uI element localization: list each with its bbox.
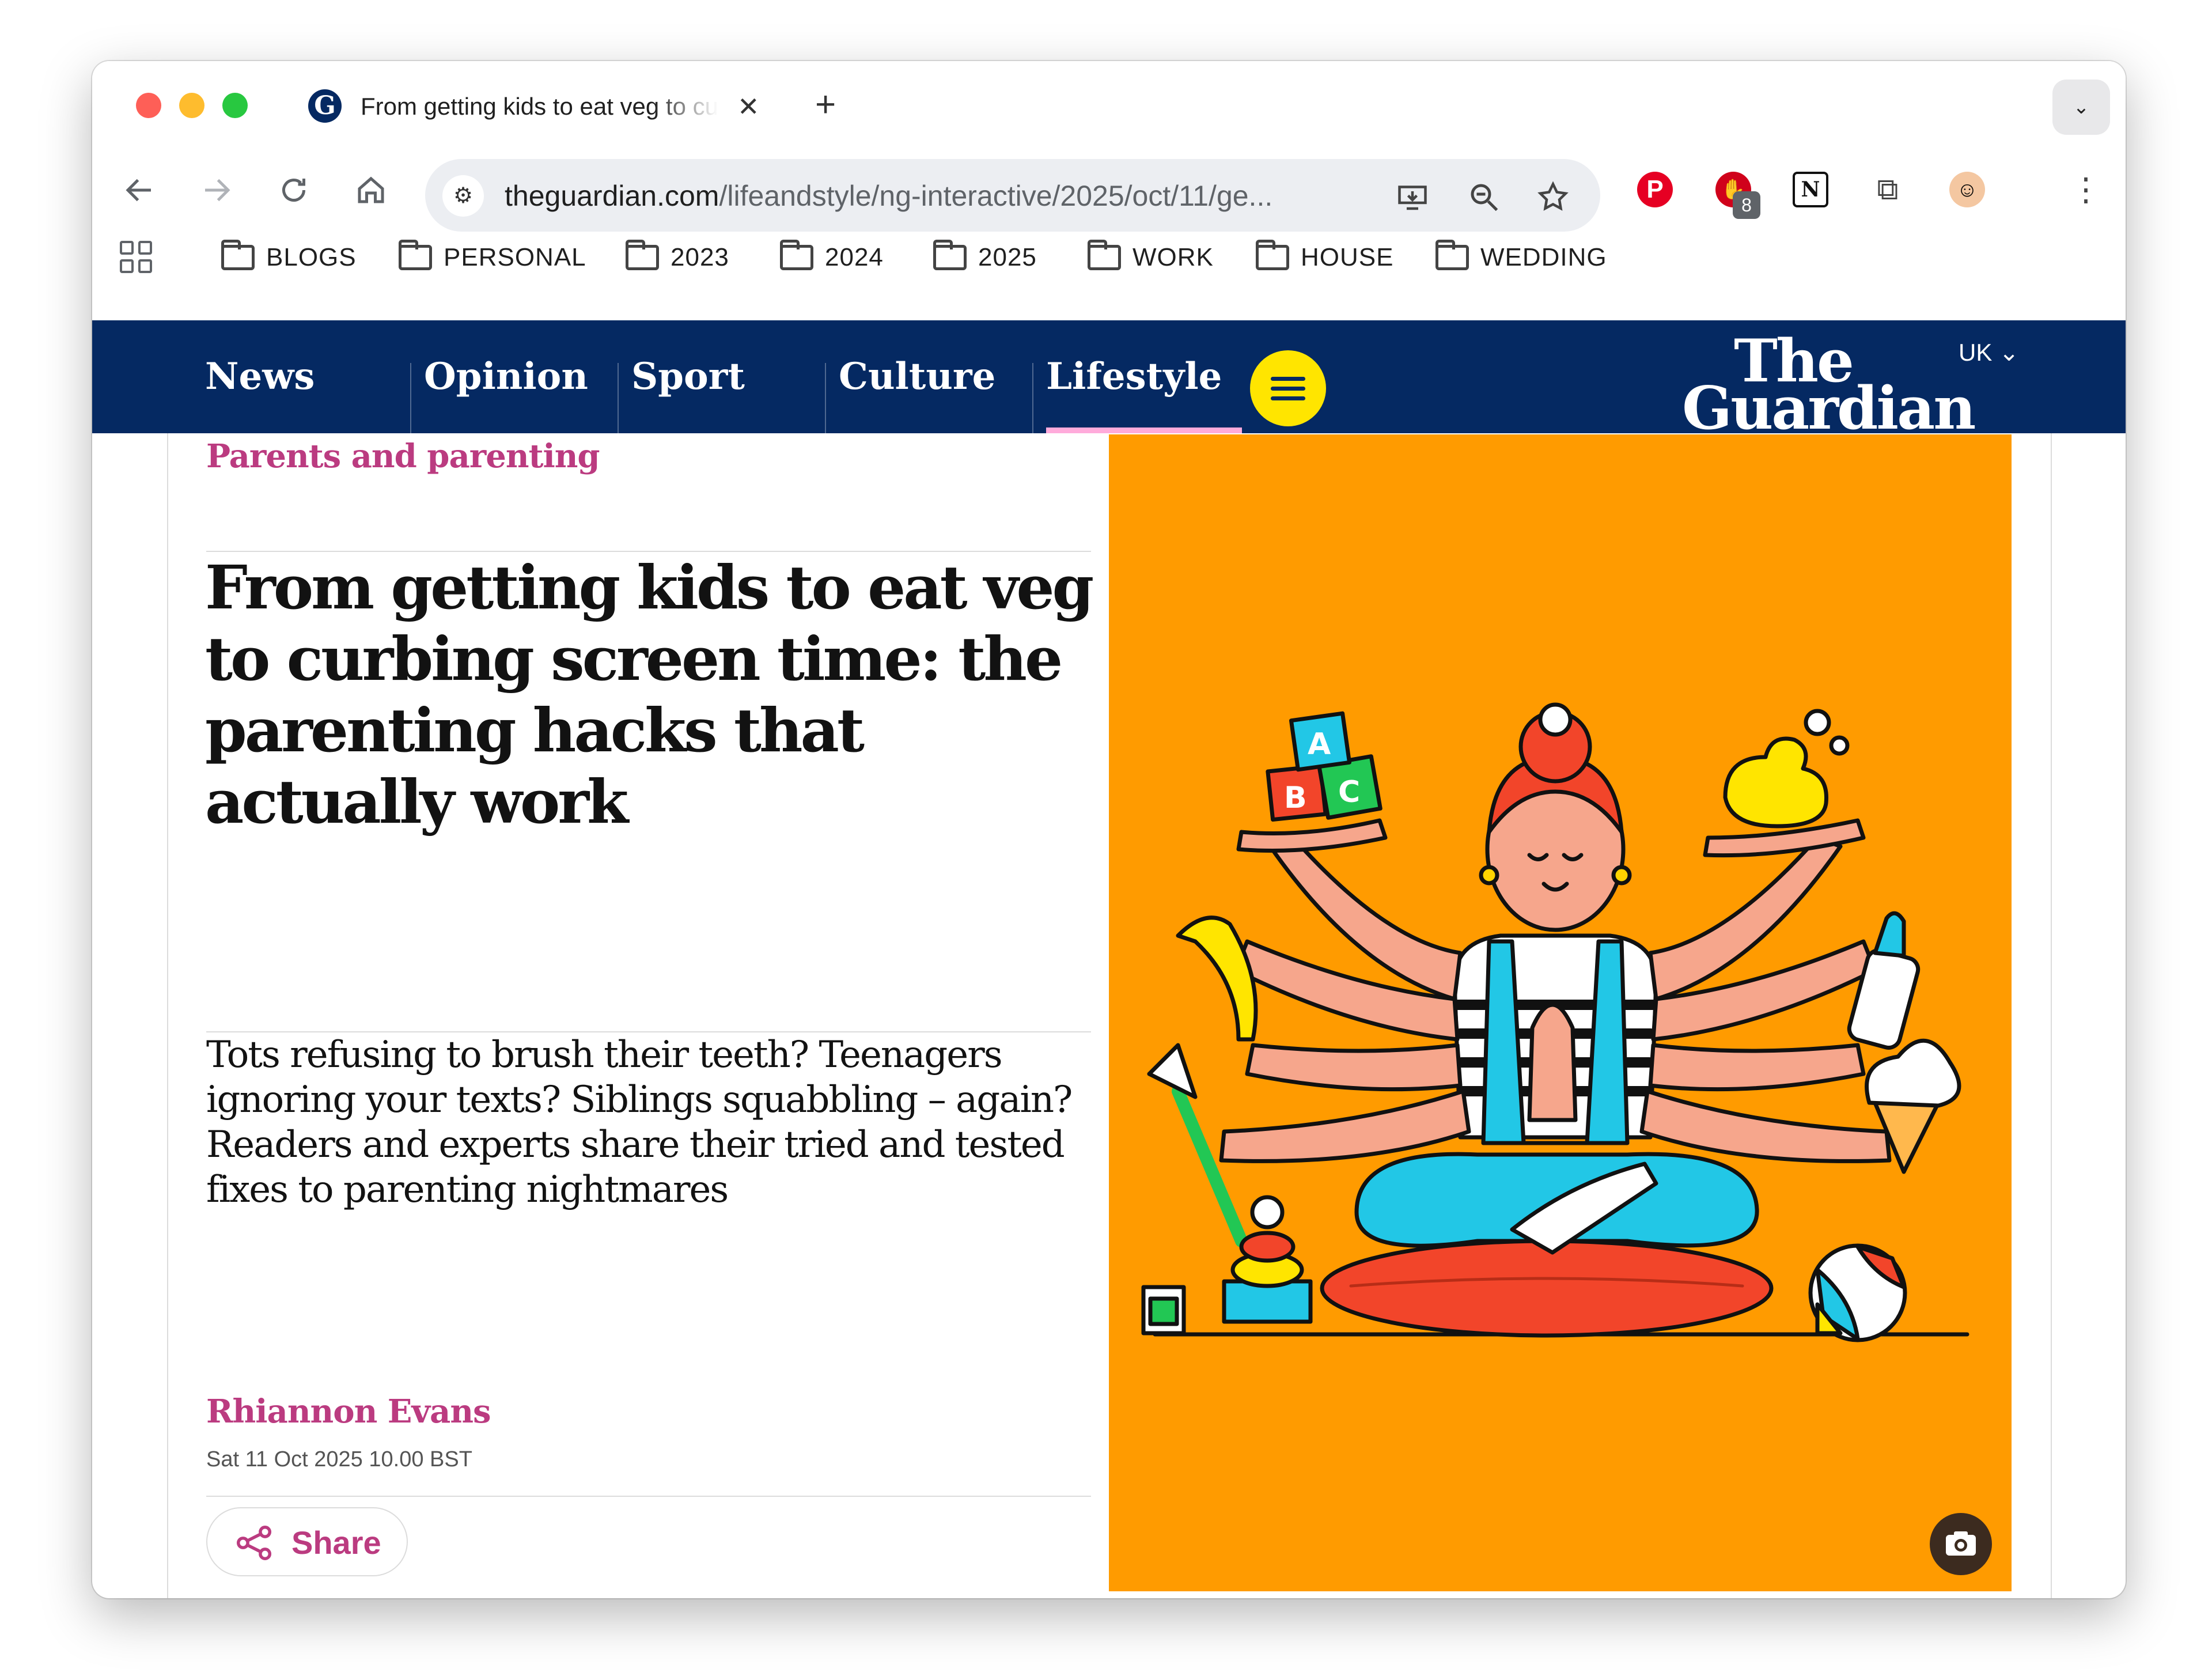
browser-menu-icon[interactable]: ⋮: [2068, 172, 2104, 207]
nav-divider: [410, 363, 411, 433]
block-letter-b: B: [1284, 781, 1307, 815]
nav-divider: [825, 363, 826, 433]
folder-icon: [399, 240, 432, 270]
bookmark-label: 2023: [671, 243, 729, 271]
pinterest-extension-icon[interactable]: P: [1637, 172, 1673, 207]
author-byline[interactable]: Rhiannon Evans: [206, 1390, 491, 1433]
reload-icon[interactable]: [276, 173, 311, 207]
bookmark-folder[interactable]: 2024: [780, 240, 884, 275]
guardian-favicon-icon: G: [308, 89, 342, 123]
url-path: /lifeandstyle/ng-interactive/2025/oct/11…: [719, 180, 1273, 212]
edition-switcher[interactable]: UK ⌄: [1959, 335, 2019, 370]
active-nav-indicator: [1046, 427, 1242, 433]
address-bar[interactable]: ⚙ theguardian.com/lifeandstyle/ng-intera…: [425, 159, 1600, 232]
new-tab-button[interactable]: +: [815, 86, 836, 123]
apps-grid-icon[interactable]: [120, 241, 152, 273]
bookmark-folder[interactable]: WORK: [1088, 240, 1214, 275]
browser-window: G From getting kids to eat veg to curbin…: [92, 61, 2126, 1598]
notion-extension-icon[interactable]: N: [1793, 172, 1828, 207]
minimize-window-button[interactable]: [179, 93, 204, 118]
folder-icon: [1256, 240, 1289, 270]
camera-icon[interactable]: [1930, 1513, 1992, 1575]
parenting-illustration: A B C: [1141, 702, 1969, 1342]
browser-toolbar: ⚙ theguardian.com/lifeandstyle/ng-intera…: [92, 147, 2126, 232]
block-letter-c: C: [1338, 775, 1360, 809]
guardian-logo-guardian[interactable]: Guardian: [1682, 377, 1976, 440]
bookmark-label: PERSONAL: [444, 243, 586, 271]
bookmark-folder[interactable]: HOUSE: [1256, 240, 1393, 275]
nav-opinion[interactable]: Opinion: [424, 320, 588, 433]
bookmark-folder[interactable]: PERSONAL: [399, 240, 586, 275]
folder-icon: [780, 240, 813, 270]
article-standfirst: Tots refusing to brush their teeth? Teen…: [206, 1034, 1073, 1211]
site-settings-icon[interactable]: ⚙: [442, 175, 484, 217]
folder-icon: [1088, 240, 1121, 270]
forward-arrow-icon[interactable]: [199, 173, 234, 207]
content-border: [167, 433, 168, 1598]
tab-strip: G From getting kids to eat veg to curbin…: [92, 61, 2126, 147]
bookmark-folder[interactable]: WEDDING: [1435, 240, 1607, 275]
bookmark-folder[interactable]: BLOGS: [221, 240, 357, 275]
close-window-button[interactable]: [136, 93, 161, 118]
section-kicker[interactable]: Parents and parenting: [206, 434, 600, 478]
nav-news[interactable]: News: [205, 320, 315, 433]
share-label: Share: [291, 1524, 381, 1561]
back-arrow-icon[interactable]: [122, 173, 157, 207]
nav-divider: [618, 363, 619, 433]
divider: [206, 1496, 1091, 1497]
tab-title[interactable]: From getting kids to eat veg to curbing …: [361, 90, 718, 123]
home-icon[interactable]: [354, 173, 388, 207]
folder-icon: [1435, 240, 1469, 270]
bookmark-label: HOUSE: [1301, 243, 1394, 271]
hero-illustration[interactable]: A B C: [1109, 434, 2012, 1591]
camera-glyph-icon: [1946, 1531, 1976, 1556]
chevron-down-icon: ⌄: [1999, 339, 2020, 366]
tab-close-icon[interactable]: ✕: [737, 90, 760, 123]
bookmark-label: WEDDING: [1480, 243, 1607, 271]
block-letter-a: A: [1308, 727, 1331, 762]
profile-avatar[interactable]: ☺: [1949, 172, 1985, 207]
share-button[interactable]: Share: [206, 1507, 408, 1576]
folder-icon: [221, 240, 255, 270]
folder-icon: [626, 240, 659, 270]
tab-search-button[interactable]: ⌄: [2052, 80, 2110, 135]
bookmark-label: 2025: [978, 243, 1037, 271]
content-border: [2051, 433, 2052, 1598]
zoom-icon[interactable]: [1467, 180, 1501, 214]
zoom-window-button[interactable]: [222, 93, 248, 118]
share-icon: [236, 1526, 271, 1560]
bookmarks-bar: BLOGS PERSONAL 2023 2024 2025 WORK HOUSE…: [92, 222, 2126, 295]
menu-button[interactable]: [1250, 350, 1326, 426]
nav-divider: [1032, 363, 1033, 433]
install-app-icon[interactable]: [1395, 180, 1430, 214]
article-headline: From getting kids to eat veg to curbing …: [205, 552, 1094, 837]
guardian-pillar-nav: News Opinion Sport Culture Lifestyle The…: [92, 320, 2126, 440]
bookmark-label: 2024: [825, 243, 884, 271]
bookmark-label: BLOGS: [266, 243, 357, 271]
bookmark-folder[interactable]: 2023: [626, 240, 729, 275]
extensions-puzzle-icon[interactable]: ⧉: [1870, 172, 1906, 207]
extension-badge: 8: [1733, 191, 1760, 219]
bookmark-folder[interactable]: 2025: [933, 240, 1037, 275]
nav-sport[interactable]: Sport: [631, 320, 745, 433]
bookmark-label: WORK: [1132, 243, 1214, 271]
nav-culture[interactable]: Culture: [839, 320, 995, 433]
url-text[interactable]: theguardian.com/lifeandstyle/ng-interact…: [505, 180, 1272, 212]
nav-lifestyle[interactable]: Lifestyle: [1046, 320, 1222, 433]
bookmark-star-icon[interactable]: [1536, 180, 1570, 214]
url-host: theguardian.com: [505, 180, 719, 212]
edition-label: UK: [1959, 339, 1993, 366]
publish-date[interactable]: Sat 11 Oct 2025 10.00 BST: [206, 1445, 472, 1474]
folder-icon: [933, 240, 967, 270]
